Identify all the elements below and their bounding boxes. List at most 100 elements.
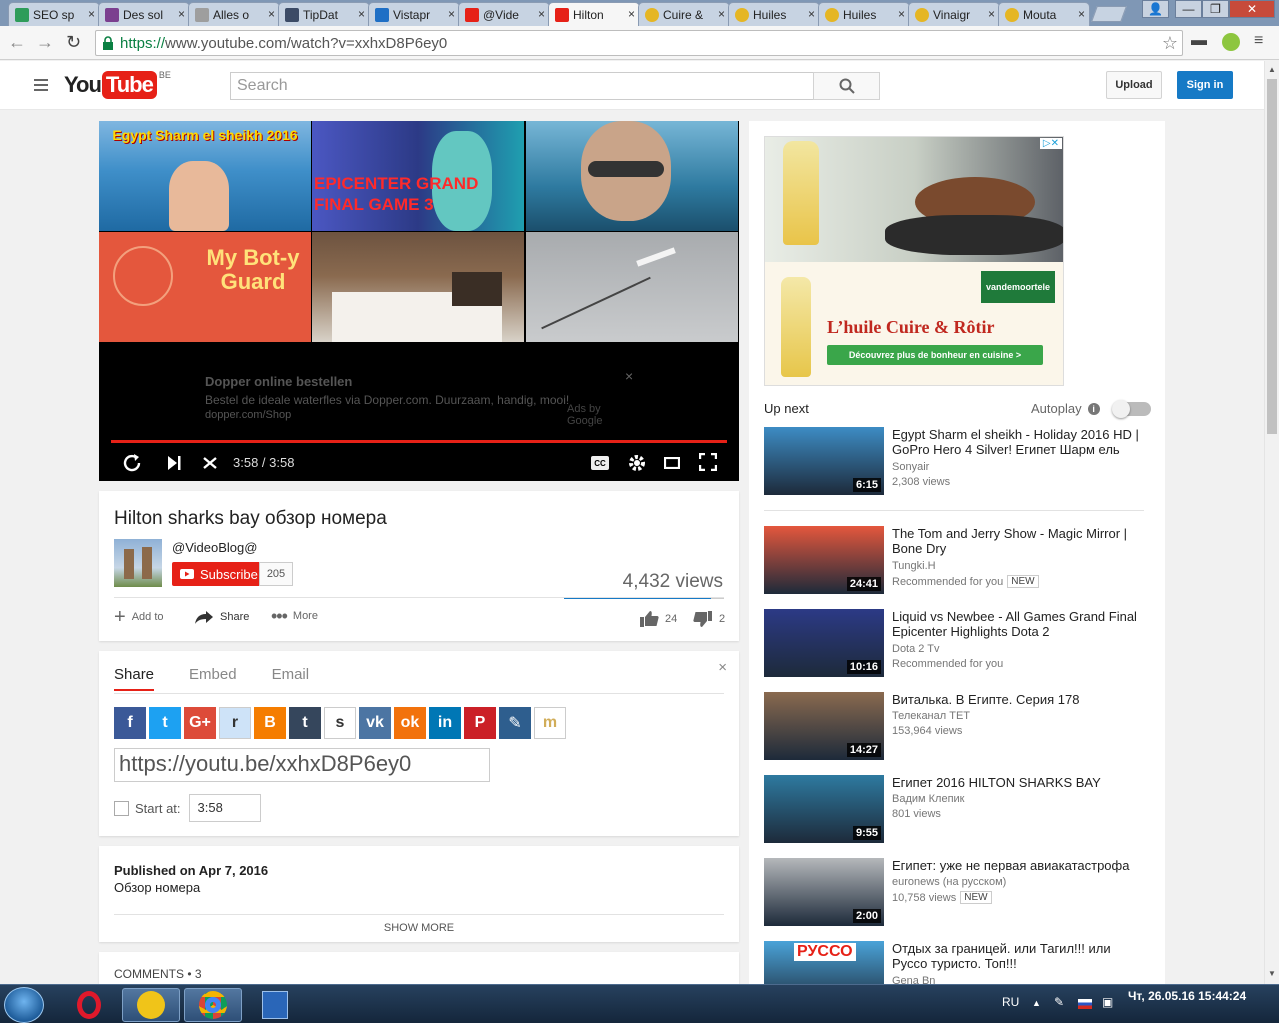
- related-video[interactable]: 9:55 Египет 2016 HILTON SHARKS BAY Вадим К…: [764, 775, 1144, 843]
- russian-flag-icon[interactable]: [1078, 999, 1092, 1009]
- next-icon[interactable]: [167, 455, 181, 471]
- scroll-up-arrow-icon[interactable]: ▲: [1268, 65, 1276, 74]
- video-title[interactable]: Liquid vs Newbee - All Games Grand Final…: [892, 609, 1142, 639]
- video-thumbnail[interactable]: 10:16: [764, 609, 884, 677]
- network-icon[interactable]: ▣: [1102, 995, 1113, 1009]
- share-twitter-button[interactable]: t: [149, 707, 181, 739]
- share-mixi-button[interactable]: m: [534, 707, 566, 739]
- related-video[interactable]: 14:27 Виталька. В Египте. Серия 178 Телека…: [764, 692, 1144, 760]
- share-tumblr-button[interactable]: t: [289, 707, 321, 739]
- tab-close-icon[interactable]: ×: [718, 7, 725, 21]
- maximize-button[interactable]: ❐: [1202, 0, 1229, 18]
- browser-tab[interactable]: Hilton ×: [548, 2, 640, 27]
- mute-icon[interactable]: [201, 455, 221, 471]
- share-linkedin-button[interactable]: in: [429, 707, 461, 739]
- related-video[interactable]: 10:16 Liquid vs Newbee - All Games Grand …: [764, 609, 1144, 677]
- video-player[interactable]: Egypt Sharm el sheikh 2016 EPICENTER GRA…: [99, 121, 739, 481]
- system-clock[interactable]: Чт, 26.05.16 15:44:24: [1128, 989, 1246, 1003]
- browser-tab[interactable]: Alles o ×: [188, 2, 280, 26]
- page-scrollbar[interactable]: ▲ ▼: [1264, 61, 1279, 984]
- tray-pen-icon[interactable]: ✎: [1054, 995, 1064, 1009]
- related-video[interactable]: 24:41 The Tom and Jerry Show - Magic Mirr…: [764, 526, 1144, 594]
- info-icon[interactable]: i: [1087, 402, 1100, 415]
- video-title[interactable]: Виталька. В Египте. Серия 178: [892, 692, 1142, 707]
- channel-name[interactable]: @VideoBlog@: [172, 540, 257, 555]
- share-vk-button[interactable]: vk: [359, 707, 391, 739]
- share-google-plus-button[interactable]: G+: [184, 707, 216, 739]
- share-close-icon[interactable]: ×: [718, 659, 727, 676]
- end-screen-thumb[interactable]: My Bot-y Guard: [99, 232, 311, 342]
- share-livejournal-button[interactable]: ✎: [499, 707, 531, 739]
- add-to-button[interactable]: + Add to: [114, 607, 164, 627]
- settings-gear-icon[interactable]: [627, 453, 647, 473]
- video-thumbnail[interactable]: 9:55: [764, 775, 884, 843]
- ad-close-icon[interactable]: ×: [625, 368, 633, 384]
- video-thumbnail[interactable]: 2:00: [764, 858, 884, 926]
- progress-bar[interactable]: [111, 440, 727, 443]
- reload-icon[interactable]: ↻: [66, 32, 81, 53]
- fullscreen-icon[interactable]: [699, 453, 717, 471]
- autoplay-toggle[interactable]: [1111, 399, 1151, 418]
- scroll-down-arrow-icon[interactable]: ▼: [1268, 969, 1276, 978]
- show-more-button[interactable]: SHOW MORE: [99, 922, 739, 934]
- captions-button[interactable]: CC: [591, 456, 609, 470]
- scrollbar-thumb[interactable]: [1267, 79, 1277, 434]
- tab-close-icon[interactable]: ×: [448, 7, 455, 21]
- end-screen-thumb[interactable]: [526, 121, 738, 231]
- taskbar-app[interactable]: [122, 988, 180, 1022]
- back-arrow-icon[interactable]: ←: [8, 32, 26, 53]
- browser-tab[interactable]: Huiles ×: [728, 2, 820, 26]
- taskbar-chrome[interactable]: [184, 988, 242, 1022]
- channel-avatar[interactable]: [114, 539, 162, 587]
- sign-in-button[interactable]: Sign in: [1177, 71, 1233, 99]
- minimize-button[interactable]: —: [1175, 0, 1202, 18]
- extension-icon[interactable]: ▬: [1191, 32, 1207, 50]
- tab-close-icon[interactable]: ×: [358, 7, 365, 21]
- extension-green-icon[interactable]: [1222, 33, 1240, 51]
- video-thumbnail[interactable]: 14:27: [764, 692, 884, 760]
- video-thumbnail[interactable]: 6:15: [764, 427, 884, 495]
- address-bar[interactable]: https://www.youtube.com/watch?v=xxhxD8P6…: [95, 30, 1183, 56]
- forward-arrow-icon[interactable]: →: [36, 32, 54, 53]
- video-title[interactable]: Egypt Sharm el sheikh - Holiday 2016 HD …: [892, 427, 1142, 457]
- player-ad-overlay[interactable]: Dopper online bestellen Bestel de ideale…: [205, 368, 635, 427]
- search-input[interactable]: Search: [230, 72, 814, 100]
- video-title[interactable]: The Tom and Jerry Show - Magic Mirror | …: [892, 526, 1142, 556]
- related-video[interactable]: 6:15 Egypt Sharm el sheikh - Holiday 2016…: [764, 427, 1144, 495]
- dislike-button[interactable]: 2: [693, 610, 725, 628]
- user-profile-button[interactable]: 👤: [1142, 0, 1169, 18]
- bookmark-star-icon[interactable]: ☆: [1162, 33, 1178, 54]
- share-url-input[interactable]: https://youtu.be/xxhxD8P6ey0: [114, 748, 490, 782]
- menu-icon[interactable]: ≡: [1254, 32, 1263, 50]
- share-reddit-button[interactable]: r: [219, 707, 251, 739]
- video-title[interactable]: Египет: уже не первая авиакатастрофа: [892, 858, 1142, 873]
- related-video[interactable]: РУССО Отдых за границей. или Тагил!!! или…: [764, 941, 1144, 984]
- related-video[interactable]: 2:00 Египет: уже не первая авиакатастрофа…: [764, 858, 1144, 926]
- sidebar-ad[interactable]: vandemoortele L’huile Cuire & Rôtir Déco…: [764, 136, 1064, 386]
- tab-close-icon[interactable]: ×: [88, 7, 95, 21]
- ad-cta-button[interactable]: Découvrez plus de bonheur en cuisine >: [827, 345, 1043, 365]
- like-button[interactable]: 24: [639, 610, 677, 628]
- ad-choices-icon[interactable]: ▷✕: [1039, 138, 1062, 149]
- share-button[interactable]: Share: [194, 610, 249, 624]
- browser-tab[interactable]: SEO sp ×: [8, 2, 100, 26]
- start-at-input[interactable]: 3:58: [188, 794, 261, 822]
- browser-tab[interactable]: Vistapr ×: [368, 2, 460, 26]
- start-at-checkbox[interactable]: [114, 800, 129, 816]
- video-title[interactable]: Отдых за границей. или Тагил!!! или Русс…: [892, 941, 1142, 971]
- tab-close-icon[interactable]: ×: [178, 7, 185, 21]
- tab-close-icon[interactable]: ×: [1078, 7, 1085, 21]
- end-screen-thumb[interactable]: Egypt Sharm el sheikh 2016: [99, 121, 311, 231]
- share-facebook-button[interactable]: f: [114, 707, 146, 739]
- tray-expand-icon[interactable]: ▲: [1032, 998, 1041, 1008]
- video-thumbnail[interactable]: РУССО: [764, 941, 884, 984]
- browser-tab[interactable]: Des sol ×: [98, 2, 190, 26]
- tab-close-icon[interactable]: ×: [538, 7, 545, 21]
- language-indicator[interactable]: RU: [1002, 995, 1019, 1009]
- subscribe-button[interactable]: Subscribe: [172, 562, 260, 586]
- theater-mode-icon[interactable]: [664, 457, 680, 469]
- tab-embed[interactable]: Embed: [189, 666, 237, 691]
- window-close-button[interactable]: ✕: [1229, 0, 1275, 18]
- end-screen-thumb[interactable]: EPICENTER GRAND FINAL GAME 3: [312, 121, 524, 231]
- share-odnoklassniki-button[interactable]: ok: [394, 707, 426, 739]
